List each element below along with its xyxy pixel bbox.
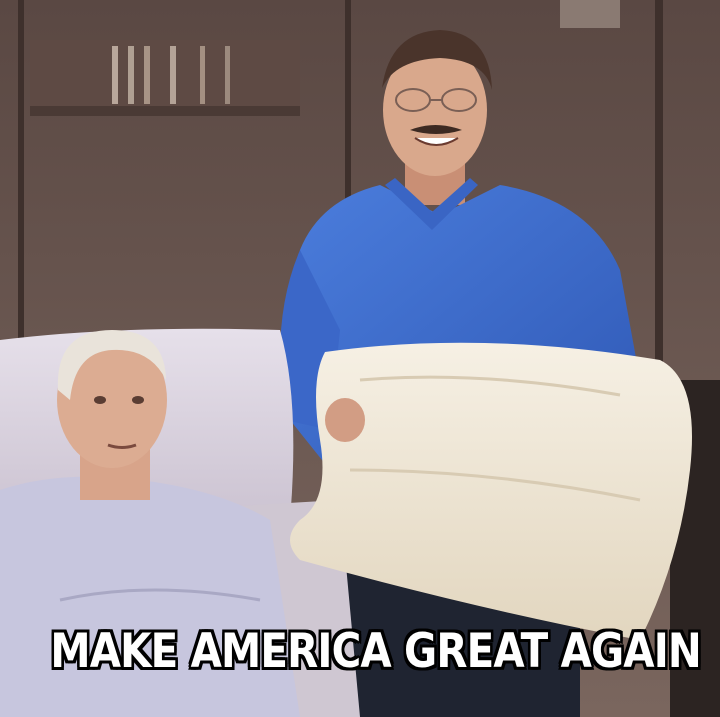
- wall-shelf: [30, 40, 300, 116]
- meme-image: MAKE AMERICA GREAT AGAIN: [0, 0, 720, 717]
- wall-seam: [655, 0, 663, 400]
- wall-seam: [18, 0, 24, 340]
- photo-scene: [0, 0, 720, 717]
- wall-fixture: [560, 0, 620, 28]
- meme-caption: MAKE AMERICA GREAT AGAIN: [50, 624, 701, 679]
